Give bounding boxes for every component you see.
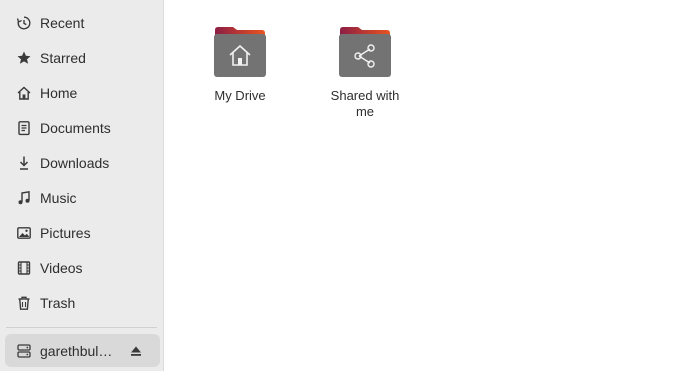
sidebar-item-label: Documents	[40, 119, 111, 136]
folder-name: Shared with me	[330, 88, 400, 119]
folder-item-shared-with-me[interactable]: Shared with me	[317, 26, 413, 120]
sidebar-item-downloads[interactable]: Downloads	[0, 145, 163, 180]
sidebar-item-trash[interactable]: Trash	[0, 285, 163, 320]
sidebar-item-label: Trash	[40, 294, 76, 311]
sidebar-item-recent[interactable]: Recent	[0, 5, 163, 40]
mount-label: garethbul…	[40, 342, 113, 359]
sidebar-item-label: Pictures	[40, 224, 91, 241]
home-icon	[16, 85, 32, 101]
film-icon	[16, 260, 32, 276]
home-folder-icon	[213, 26, 267, 78]
sidebar-item-music[interactable]: Music	[0, 180, 163, 215]
sidebar-item-label: Recent	[40, 14, 85, 31]
folder-item-my-drive[interactable]: My Drive	[192, 26, 288, 104]
sidebar-item-label: Starred	[40, 49, 86, 66]
folder-name: My Drive	[214, 88, 266, 103]
sidebar: Recent Starred Home Documents Downloads …	[0, 0, 164, 371]
sidebar-item-pictures[interactable]: Pictures	[0, 215, 163, 250]
document-icon	[16, 120, 32, 136]
music-note-icon	[16, 190, 32, 206]
star-icon	[16, 50, 32, 66]
download-icon	[16, 155, 32, 171]
file-view: My Drive Shared with me	[164, 0, 690, 371]
picture-icon	[16, 225, 32, 241]
sidebar-item-home[interactable]: Home	[0, 75, 163, 110]
sidebar-item-documents[interactable]: Documents	[0, 110, 163, 145]
sidebar-item-label: Downloads	[40, 154, 110, 171]
sidebar-item-network-mount[interactable]: garethbul…	[5, 334, 160, 367]
places-list: Recent Starred Home Documents Downloads …	[0, 0, 163, 320]
clock-icon	[16, 15, 32, 31]
trash-icon	[16, 295, 32, 311]
sidebar-item-label: Home	[40, 84, 78, 101]
file-manager-window: Recent Starred Home Documents Downloads …	[0, 0, 690, 371]
drive-icon	[16, 343, 32, 359]
sidebar-item-videos[interactable]: Videos	[0, 250, 163, 285]
eject-icon[interactable]	[130, 344, 142, 356]
sidebar-separator	[6, 327, 157, 328]
sidebar-item-starred[interactable]: Starred	[0, 40, 163, 75]
sidebar-item-label: Music	[40, 189, 77, 206]
shared-folder-icon	[338, 26, 392, 78]
sidebar-item-label: Videos	[40, 259, 83, 276]
